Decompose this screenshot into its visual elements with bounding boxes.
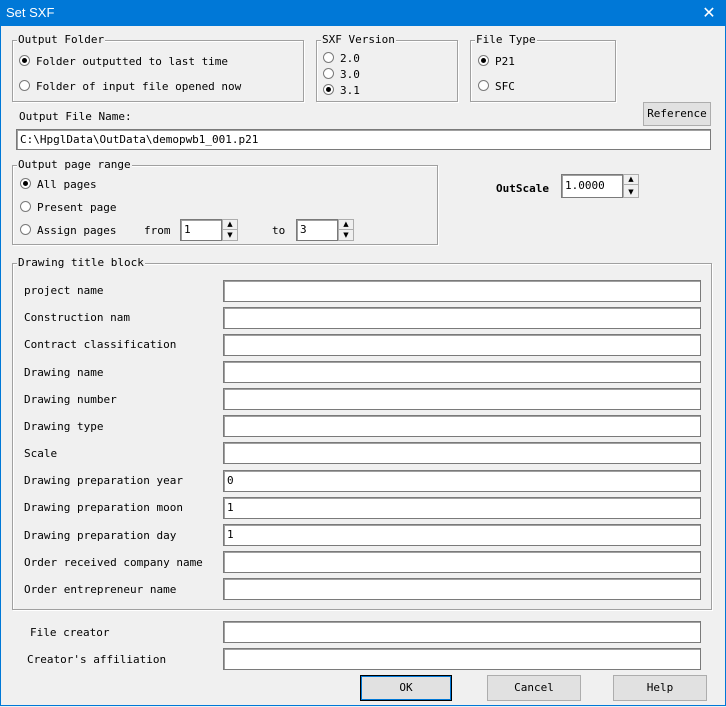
radio-assign-pages[interactable]: Assign pages xyxy=(20,224,116,238)
output-file-input[interactable]: C:\HpglData\OutData\demopwb1_001.p21 xyxy=(16,129,711,150)
title-block-row-label: Construction nam xyxy=(24,311,130,324)
radio-indicator xyxy=(478,55,489,66)
title-block-row-label: Order received company name xyxy=(24,556,203,569)
radio-label: Assign pages xyxy=(37,224,117,237)
radio-indicator xyxy=(323,84,334,95)
output-file-label: Output File Name: xyxy=(19,110,132,123)
spin-up-icon[interactable]: ▲ xyxy=(339,220,353,230)
preparation-day-input[interactable]: 1 xyxy=(223,524,701,546)
sxf-version-group: SXF Version 2.0 3.0 3.1 xyxy=(316,33,458,102)
output-folder-group: Output Folder Folder outputted to last t… xyxy=(12,33,304,102)
file-type-legend: File Type xyxy=(475,33,537,47)
from-page-spinner[interactable]: ▲ ▼ xyxy=(222,219,238,241)
spin-down-icon[interactable]: ▼ xyxy=(339,231,353,240)
title-block-row-label: Drawing name xyxy=(24,366,104,379)
spin-up-icon[interactable]: ▲ xyxy=(223,220,237,230)
title-block-group: Drawing title block project name Constru… xyxy=(12,256,712,610)
radio-version-3-1[interactable]: 3.1 xyxy=(323,84,360,98)
radio-indicator xyxy=(20,201,31,212)
title-block-row-label: Drawing preparation day xyxy=(24,529,177,542)
radio-label: Folder outputted to last time xyxy=(36,55,229,68)
radio-version-3-0[interactable]: 3.0 xyxy=(323,68,360,82)
sxf-version-legend: SXF Version xyxy=(321,33,396,47)
radio-label: 3.0 xyxy=(340,68,360,81)
contract-classification-input[interactable] xyxy=(223,334,701,356)
radio-version-2-0[interactable]: 2.0 xyxy=(323,52,360,66)
file-creator-input[interactable] xyxy=(223,621,701,643)
radio-sfc[interactable]: SFC xyxy=(478,80,515,94)
radio-label: 3.1 xyxy=(340,84,360,97)
title-block-row-label: Drawing type xyxy=(24,420,104,433)
file-type-group: File Type P21 SFC xyxy=(470,33,616,102)
preparation-year-input[interactable]: 0 xyxy=(223,470,701,492)
title-block-row-label: Scale xyxy=(24,447,58,460)
output-folder-legend: Output Folder xyxy=(17,33,106,47)
radio-p21[interactable]: P21 xyxy=(478,55,515,69)
radio-indicator xyxy=(478,80,489,91)
title-block-row-label: Drawing number xyxy=(24,393,117,406)
scale-input[interactable] xyxy=(223,442,701,464)
radio-label: All pages xyxy=(37,178,97,191)
title-bar: Set SXF ✕ xyxy=(0,0,726,26)
radio-indicator xyxy=(20,224,31,235)
radio-all-pages[interactable]: All pages xyxy=(20,178,97,192)
order-entrepreneur-input[interactable] xyxy=(223,578,701,600)
radio-input-folder[interactable]: Folder of input file opened now xyxy=(19,80,241,94)
radio-label: Present page xyxy=(37,201,117,214)
radio-label: 2.0 xyxy=(340,52,360,65)
radio-label: P21 xyxy=(495,55,515,68)
title-block-legend: Drawing title block xyxy=(17,256,145,270)
drawing-name-input[interactable] xyxy=(223,361,701,383)
title-block-row-label: Contract classification xyxy=(24,338,177,351)
title-block-row-label: Drawing preparation year xyxy=(24,474,183,487)
page-range-group: Output page range All pages Present page… xyxy=(12,158,438,245)
preparation-moon-input[interactable]: 1 xyxy=(223,497,701,519)
help-button[interactable]: Help xyxy=(613,675,707,701)
window-title: Set SXF xyxy=(6,5,55,20)
title-block-row-label: project name xyxy=(24,284,104,297)
page-range-legend: Output page range xyxy=(17,158,132,172)
close-icon[interactable]: ✕ xyxy=(692,0,726,26)
ok-button[interactable]: OK xyxy=(360,675,452,701)
spin-up-icon[interactable]: ▲ xyxy=(624,175,638,185)
radio-label: SFC xyxy=(495,80,515,93)
radio-indicator xyxy=(323,68,334,79)
title-block-row-label: Order entrepreneur name xyxy=(24,583,177,596)
to-label: to xyxy=(272,224,286,237)
to-page-spinner[interactable]: ▲ ▼ xyxy=(338,219,354,241)
radio-indicator xyxy=(19,80,30,91)
radio-label: Folder of input file opened now xyxy=(36,80,242,93)
cancel-button[interactable]: Cancel xyxy=(487,675,581,701)
spin-down-icon[interactable]: ▼ xyxy=(624,188,638,197)
outscale-spinner[interactable]: ▲ ▼ xyxy=(623,174,639,198)
spin-down-icon[interactable]: ▼ xyxy=(223,231,237,240)
drawing-type-input[interactable] xyxy=(223,415,701,437)
order-company-input[interactable] xyxy=(223,551,701,573)
drawing-number-input[interactable] xyxy=(223,388,701,410)
outscale-input[interactable]: 1.0000 xyxy=(561,174,623,198)
reference-button[interactable]: Reference xyxy=(643,102,711,126)
title-block-row-label: Drawing preparation moon xyxy=(24,501,183,514)
radio-indicator xyxy=(20,178,31,189)
affiliation-input[interactable] xyxy=(223,648,701,670)
file-creator-label: File creator xyxy=(30,626,110,639)
to-page-input[interactable]: 3 xyxy=(296,219,338,241)
project-name-input[interactable] xyxy=(223,280,701,302)
outscale-label: OutScale xyxy=(496,182,549,195)
construction-name-input[interactable] xyxy=(223,307,701,329)
radio-present-page[interactable]: Present page xyxy=(20,201,116,215)
from-page-input[interactable]: 1 xyxy=(180,219,222,241)
radio-indicator xyxy=(19,55,30,66)
affiliation-label: Creator's affiliation xyxy=(27,653,167,666)
from-label: from xyxy=(144,224,171,237)
radio-last-folder[interactable]: Folder outputted to last time xyxy=(19,55,228,69)
radio-indicator xyxy=(323,52,334,63)
